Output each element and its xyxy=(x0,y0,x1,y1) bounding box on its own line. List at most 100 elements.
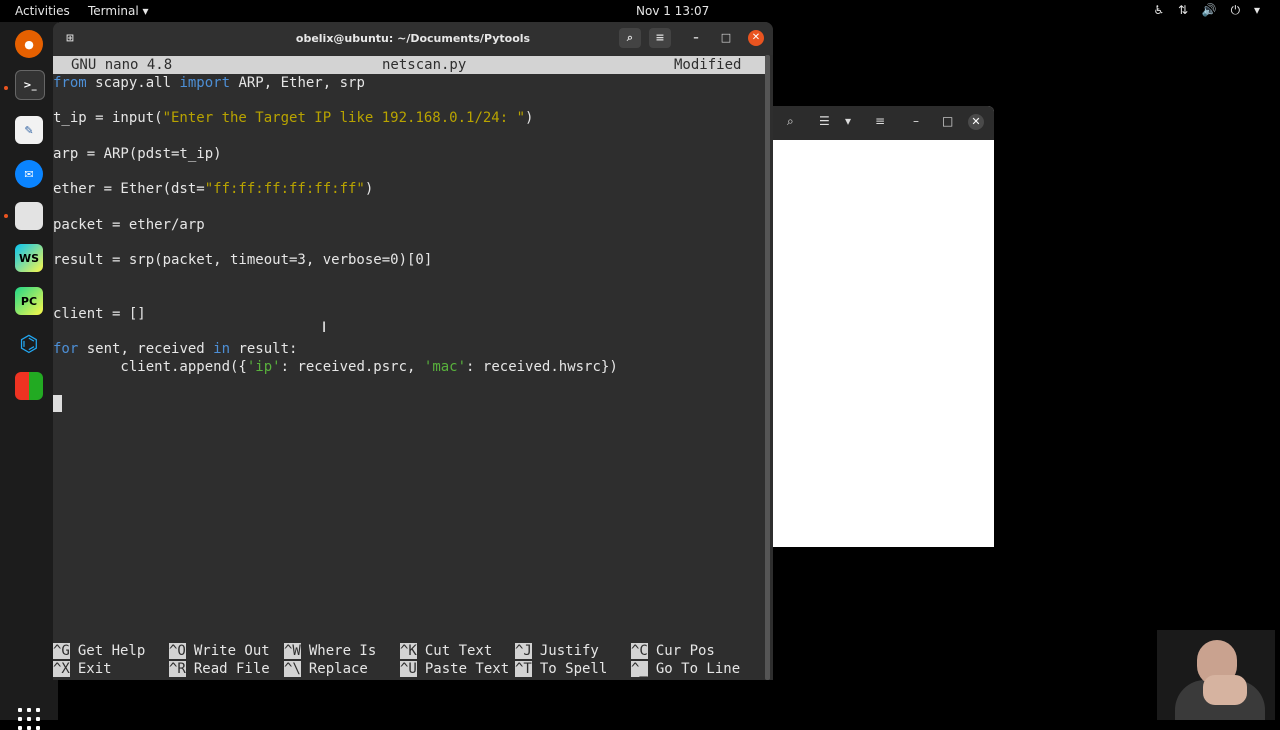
help-justify[interactable]: ^J Justify xyxy=(515,643,599,659)
keyword: in xyxy=(213,341,231,357)
terminal-icon[interactable]: >_ xyxy=(15,70,45,100)
pycharm-icon[interactable]: PC xyxy=(15,287,43,315)
dock: ● >_ ✎ ✉ WS PC ⌬ xyxy=(0,22,58,730)
code-text: ) xyxy=(364,181,374,197)
close-icon[interactable]: ✕ xyxy=(968,114,984,130)
code-line[interactable]: result = srp(packet, timeout=3, verbose=… xyxy=(53,252,432,268)
code-line[interactable]: ether = Ether(dst="ff:ff:ff:ff:ff:ff") xyxy=(53,181,373,197)
shortcut-key: ^W xyxy=(284,643,301,659)
code-line[interactable]: t_ip = input("Enter the Target IP like 1… xyxy=(53,110,533,126)
accessibility-icon[interactable]: ♿ xyxy=(1153,3,1164,17)
keyword: for xyxy=(53,341,79,357)
text-cursor xyxy=(53,395,62,412)
help-paste-text[interactable]: ^U Paste Text xyxy=(400,661,509,677)
webcam-overlay xyxy=(1157,630,1275,720)
shortcut-label: Cut Text xyxy=(424,643,493,659)
help-replace[interactable]: ^\ Replace xyxy=(284,661,368,677)
shortcut-label: Cur Pos xyxy=(655,643,715,659)
code-line[interactable]: from scapy.all import ARP, Ether, srp xyxy=(53,75,365,91)
code-line[interactable]: arp = ARP(pdst=t_ip) xyxy=(53,146,222,162)
help-get-help[interactable]: ^G Get Help xyxy=(53,643,145,659)
help-where-is[interactable]: ^W Where Is xyxy=(284,643,376,659)
code-line[interactable]: client.append({'ip': received.psrc, 'mac… xyxy=(53,359,618,375)
person-hand xyxy=(1203,675,1247,705)
list-view-icon[interactable]: ☰ xyxy=(819,114,830,128)
maximize-icon[interactable]: □ xyxy=(715,28,737,48)
running-indicator xyxy=(4,86,8,90)
shortcut-key: ^R xyxy=(169,661,186,677)
network-icon[interactable]: ⇅ xyxy=(1178,3,1188,17)
code-text: sent, received xyxy=(78,341,214,357)
nano-header: GNU nano 4.8 netscan.py Modified xyxy=(53,56,765,74)
maximize-icon[interactable]: □ xyxy=(942,114,953,128)
shortcut-label: Get Help xyxy=(77,643,146,659)
shortcut-label: Paste Text xyxy=(424,661,510,677)
software-icon[interactable] xyxy=(15,372,43,400)
volume-icon[interactable]: 🔊 xyxy=(1202,3,1217,17)
shortcut-key: ^G xyxy=(53,643,70,659)
code-text: result: xyxy=(230,341,298,357)
power-icon[interactable]: ⏻ xyxy=(1231,3,1241,17)
nano-editor[interactable]: GNU nano 4.8 netscan.py Modified from sc… xyxy=(53,55,765,680)
help-write-out[interactable]: ^O Write Out xyxy=(169,643,270,659)
code-text: ether = Ether(dst= xyxy=(53,181,205,197)
terminal-scrollbar[interactable] xyxy=(765,55,770,680)
string-literal: 'mac' xyxy=(423,359,467,375)
code-line[interactable]: for sent, received in result: xyxy=(53,341,297,357)
minimize-icon[interactable]: – xyxy=(913,114,919,128)
menu-icon[interactable]: ≡ xyxy=(649,28,671,48)
shortcut-label: Replace xyxy=(308,661,368,677)
shortcut-key: ^X xyxy=(53,661,70,677)
search-icon[interactable]: ⌕ xyxy=(619,28,641,48)
code-text: : received.hwsrc}) xyxy=(466,359,618,375)
shortcut-key: ^\ xyxy=(284,661,301,677)
activities-button[interactable]: Activities xyxy=(15,4,70,18)
code-text: t_ip = input( xyxy=(53,110,163,126)
close-icon[interactable]: ✕ xyxy=(748,30,764,46)
shortcut-label: Read File xyxy=(193,661,270,677)
help-cur-pos[interactable]: ^C Cur Pos xyxy=(631,643,715,659)
help-read-file[interactable]: ^R Read File xyxy=(169,661,270,677)
file-name: netscan.py xyxy=(382,57,467,73)
string-literal: 'ip' xyxy=(246,359,281,375)
vscode-icon[interactable]: ⌬ xyxy=(15,330,43,358)
files-icon[interactable] xyxy=(15,202,43,230)
shortcut-key: ^C xyxy=(631,643,648,659)
code-text: : received.psrc, xyxy=(280,359,424,375)
chevron-down-icon[interactable]: ▾ xyxy=(1254,3,1260,17)
thunderbird-icon[interactable]: ✉ xyxy=(15,160,43,188)
app-menu[interactable]: Terminal ▾ xyxy=(88,4,149,18)
shortcut-label: Write Out xyxy=(193,643,270,659)
code-line[interactable]: packet = ether/arp xyxy=(53,217,205,233)
code-text: ARP, Ether, srp xyxy=(230,75,365,91)
shortcut-key: ^_ xyxy=(631,661,648,677)
firefox-icon[interactable]: ● xyxy=(15,30,43,58)
help-exit[interactable]: ^X Exit xyxy=(53,661,112,677)
running-indicator xyxy=(4,214,8,218)
clock[interactable]: Nov 1 13:07 xyxy=(636,4,709,18)
terminal-titlebar[interactable]: ⊞ obelix@ubuntu: ~/Documents/Pytools ⌕ ≡… xyxy=(53,22,773,55)
show-applications-icon[interactable] xyxy=(18,708,40,730)
text-editor-icon[interactable]: ✎ xyxy=(15,116,43,144)
help-to-spell[interactable]: ^T To Spell xyxy=(515,661,607,677)
shortcut-label: Exit xyxy=(77,661,112,677)
minimize-icon[interactable]: – xyxy=(685,28,707,48)
top-bar: Activities Terminal ▾ Nov 1 13:07 ♿ ⇅ 🔊 … xyxy=(0,0,1280,22)
shortcut-label: Go To Line xyxy=(655,661,741,677)
shortcut-key: ^K xyxy=(400,643,417,659)
search-icon[interactable]: ⌕ xyxy=(787,114,794,129)
modified-status: Modified xyxy=(674,57,742,73)
menu-icon[interactable]: ≡ xyxy=(875,114,885,128)
webstorm-icon[interactable]: WS xyxy=(15,244,43,272)
code-text: ) xyxy=(525,110,534,126)
system-tray[interactable]: ♿ ⇅ 🔊 ⏻ ▾ xyxy=(1143,3,1260,18)
shortcut-key: ^T xyxy=(515,661,532,677)
chevron-down-icon[interactable]: ▾ xyxy=(845,114,851,128)
keyword: import xyxy=(179,75,231,91)
help-go-to-line[interactable]: ^_ Go To Line xyxy=(631,661,740,677)
help-cut-text[interactable]: ^K Cut Text xyxy=(400,643,492,659)
code-line[interactable]: client = [] xyxy=(53,306,146,322)
code-text: client.append({ xyxy=(53,359,247,375)
shortcut-label: To Spell xyxy=(539,661,608,677)
shortcut-key: ^J xyxy=(515,643,532,659)
